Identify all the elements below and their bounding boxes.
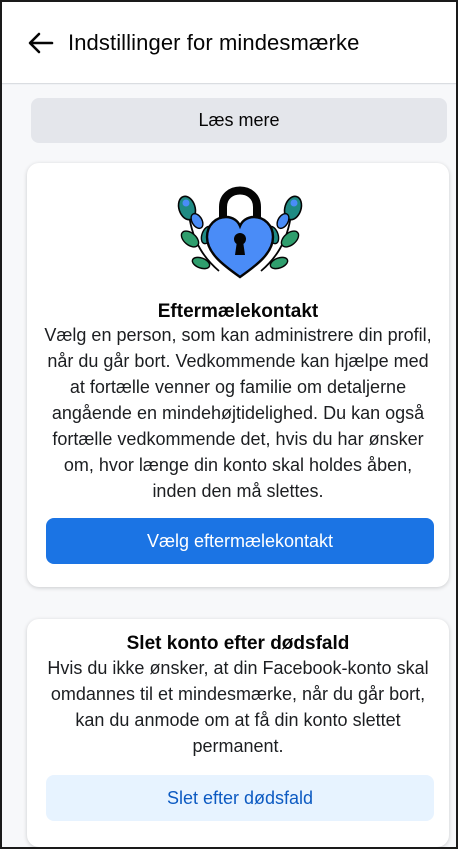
heart-padlock-icon bbox=[177, 186, 303, 279]
read-more-button[interactable]: Læs mere bbox=[31, 98, 447, 143]
choose-legacy-contact-button[interactable]: Vælg eftermælekontakt bbox=[46, 518, 434, 564]
content-area: Læs mere Eftermælekontakt Vælg en person… bbox=[2, 85, 456, 847]
delete-after-death-card: Slet konto efter dødsfald Hvis du ikke ø… bbox=[27, 619, 449, 847]
legacy-contact-description: Vælg en person, som kan administrere din… bbox=[44, 325, 432, 501]
legacy-contact-title: Eftermælekontakt bbox=[157, 301, 319, 322]
app-frame: Indstillinger for mindesmærke Læs mere E… bbox=[0, 0, 458, 849]
arrow-left-icon bbox=[28, 32, 54, 53]
back-button[interactable] bbox=[16, 18, 66, 68]
legacy-contact-card: Eftermælekontakt Vælg en person, som kan… bbox=[27, 163, 449, 587]
top-bar: Indstillinger for mindesmærke bbox=[2, 2, 456, 84]
page-title: Indstillinger for mindesmærke bbox=[68, 29, 360, 55]
delete-after-death-title: Slet konto efter dødsfald bbox=[126, 633, 350, 654]
delete-after-death-description: Hvis du ikke ønsker, at din Facebook-kon… bbox=[47, 658, 429, 756]
delete-after-death-button[interactable]: Slet efter dødsfald bbox=[46, 775, 434, 821]
